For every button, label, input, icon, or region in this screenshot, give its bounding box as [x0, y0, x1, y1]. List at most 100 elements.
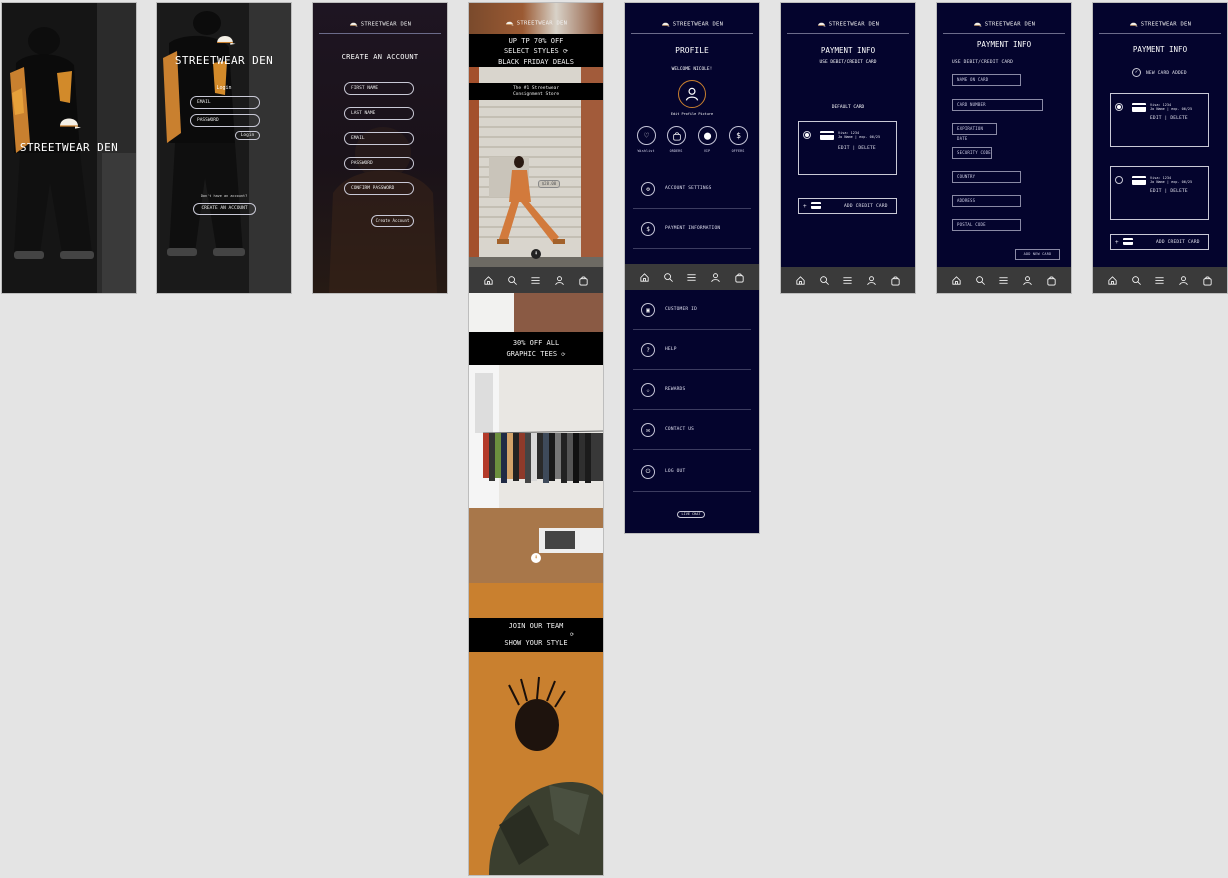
vip-icon: ⬤: [703, 131, 712, 140]
cart-icon[interactable]: [733, 271, 745, 283]
email-input[interactable]: EMAIL: [344, 132, 414, 145]
home-icon[interactable]: [1107, 274, 1119, 286]
login-app-title: STREETWEAR DEN: [174, 54, 274, 67]
menu-icon[interactable]: [842, 274, 854, 286]
name-on-card-input[interactable]: NAME ON CARD: [952, 74, 1021, 86]
header-logo[interactable]: STREETWEAR DEN: [1093, 21, 1227, 28]
offers-button[interactable]: $: [729, 126, 748, 145]
user-icon: [684, 86, 700, 102]
scroll-down-icon[interactable]: ⬇: [531, 249, 541, 259]
menu-item-help[interactable]: ? HELP: [633, 330, 751, 370]
country-input[interactable]: COUNTRY: [952, 171, 1021, 183]
add-credit-card-button[interactable]: + ADD CREDIT CARD: [1110, 234, 1209, 250]
price-tag[interactable]: $28.00: [538, 180, 560, 188]
dollar-icon: $: [736, 131, 741, 140]
search-icon[interactable]: [818, 274, 830, 286]
account-icon[interactable]: [1022, 274, 1034, 286]
account-icon[interactable]: [866, 274, 878, 286]
wishlist-button[interactable]: ♡: [637, 126, 656, 145]
graphic-tees-banner[interactable]: 30% OFF ALL GRAPHIC TEES ⟳: [469, 332, 603, 365]
join-team-banner[interactable]: JOIN OUR TEAM ⟳ SHOW YOUR STYLE: [469, 618, 603, 652]
edit-delete-links[interactable]: EDIT | DELETE: [838, 146, 876, 151]
saved-card-1[interactable]: Visa: 1234 Jo Name | exp. 06/25 EDIT | D…: [1110, 93, 1209, 147]
payment-subtitle: USE DEBIT/CREDIT CARD: [952, 60, 1014, 65]
card-select-radio[interactable]: [1115, 176, 1123, 184]
app-title: STREETWEAR DEN: [19, 141, 119, 154]
login-email-input[interactable]: EMAIL: [190, 96, 260, 109]
login-password-input[interactable]: PASSWORD: [190, 114, 260, 127]
menu-item-account-settings[interactable]: ⚙ ACCOUNT SETTINGS: [633, 169, 751, 209]
saved-card-2[interactable]: Visa: 1234 Jo Name | exp. 06/25 EDIT | D…: [1110, 166, 1209, 220]
card-number-input[interactable]: CARD NUMBER: [952, 99, 1043, 111]
search-icon[interactable]: [506, 274, 518, 286]
header-logo[interactable]: STREETWEAR DEN: [625, 21, 759, 28]
menu-item-rewards[interactable]: ☆ REWARDS: [633, 370, 751, 410]
default-card[interactable]: Visa: 1234 Jo Name | exp. 06/25 EDIT | D…: [798, 121, 897, 175]
expiration-date-input[interactable]: EXPIRATION DATE: [952, 123, 997, 141]
search-icon[interactable]: [1130, 274, 1142, 286]
header-logo[interactable]: STREETWEAR DEN: [313, 21, 447, 28]
menu-item-label: CONTACT US: [665, 427, 695, 432]
bottom-tab-bar: [1093, 267, 1227, 293]
address-input[interactable]: ADDRESS: [952, 195, 1021, 207]
no-account-text: Don't have an account?: [200, 194, 248, 198]
cart-icon[interactable]: [1045, 274, 1057, 286]
header-logo[interactable]: STREETWEAR DEN: [937, 21, 1071, 28]
search-icon[interactable]: [974, 274, 986, 286]
add-credit-card-label: ADD CREDIT CARD: [1156, 240, 1200, 245]
add-new-card-button[interactable]: ADD NEW CARD: [1015, 249, 1060, 260]
search-icon[interactable]: [662, 271, 674, 283]
card-select-radio[interactable]: [1115, 103, 1123, 111]
password-input[interactable]: PASSWORD: [344, 157, 414, 170]
home-icon[interactable]: [795, 274, 807, 286]
postal-code-input[interactable]: POSTAL CODE: [952, 219, 1021, 231]
cart-icon[interactable]: [577, 274, 589, 286]
menu-item-contact-us[interactable]: ✉ CONTACT US: [633, 410, 751, 450]
home-icon[interactable]: [483, 274, 495, 286]
security-code-input[interactable]: SECURITY CODE: [952, 147, 992, 159]
plus-icon: +: [803, 203, 807, 210]
account-icon[interactable]: [1178, 274, 1190, 286]
login-button[interactable]: Login: [235, 131, 260, 140]
add-credit-card-button[interactable]: + ADD CREDIT CARD: [798, 198, 897, 214]
create-account-submit-button[interactable]: Create Account: [371, 215, 414, 227]
live-chat-button[interactable]: LIVE CHAT: [677, 511, 705, 518]
vip-button[interactable]: ⬤: [698, 126, 717, 145]
credit-card-icon: [1132, 176, 1146, 185]
menu-item-customer-id[interactable]: ▣ CUSTOMER ID: [633, 290, 751, 330]
account-icon[interactable]: [710, 271, 722, 283]
last-name-input[interactable]: LAST NAME: [344, 107, 414, 120]
profile-avatar[interactable]: [678, 80, 706, 108]
header-logo[interactable]: STREETWEAR DEN: [781, 21, 915, 28]
logout-icon: ⏻: [641, 465, 655, 479]
edit-delete-links[interactable]: EDIT | DELETE: [1150, 116, 1188, 121]
question-icon: ?: [641, 343, 655, 357]
menu-icon[interactable]: [686, 271, 698, 283]
team-model-photo: [469, 645, 603, 875]
first-name-input[interactable]: FIRST NAME: [344, 82, 414, 95]
account-icon[interactable]: [554, 274, 566, 286]
header-brand-text: STREETWEAR DEN: [360, 21, 412, 28]
menu-item-log-out[interactable]: ⏻ LOG OUT: [633, 452, 751, 492]
menu-icon[interactable]: [530, 274, 542, 286]
edit-profile-picture-link[interactable]: Edit Profile Picture: [625, 112, 759, 116]
orders-button[interactable]: [667, 126, 686, 145]
menu-icon[interactable]: [998, 274, 1010, 286]
confirm-password-input[interactable]: CONFIRM PASSWORD: [344, 182, 414, 195]
menu-item-label: PAYMENT INFORMATION: [665, 226, 721, 231]
menu-icon[interactable]: [1154, 274, 1166, 286]
home-icon[interactable]: [951, 274, 963, 286]
scroll-down-icon[interactable]: ⬇: [531, 553, 541, 563]
login-heading: Login: [216, 85, 232, 91]
edit-delete-links[interactable]: EDIT | DELETE: [1150, 189, 1188, 194]
default-card-label: DEFAULT CARD: [831, 105, 865, 110]
card-select-radio[interactable]: [803, 131, 811, 139]
header-logo[interactable]: STREETWEAR DEN: [469, 20, 603, 27]
menu-item-payment-information[interactable]: $ PAYMENT INFORMATION: [633, 209, 751, 249]
black-friday-banner[interactable]: UP TP 70% OFF SELECT STYLES ⟳ BLACK FRID…: [469, 34, 603, 67]
home-icon[interactable]: [639, 271, 651, 283]
cart-icon[interactable]: [1201, 274, 1213, 286]
create-account-button[interactable]: CREATE AN ACCOUNT: [193, 203, 256, 215]
payment-title: PAYMENT INFO: [1132, 45, 1188, 54]
cart-icon[interactable]: [889, 274, 901, 286]
